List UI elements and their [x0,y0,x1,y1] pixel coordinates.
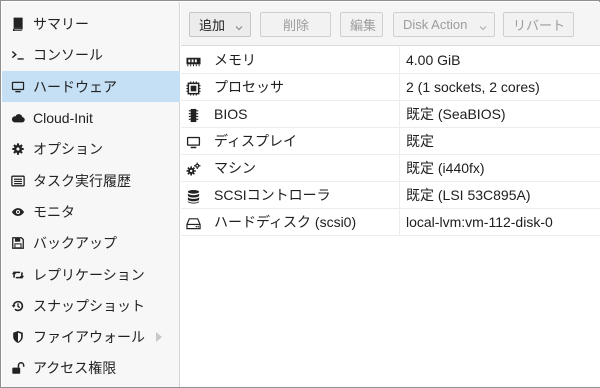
monitor-icon [10,79,26,95]
cloud-icon [10,110,26,126]
add-button[interactable]: 追加 [189,12,251,37]
gear-icon [10,141,26,157]
unlock-icon [10,360,26,376]
database-icon [185,188,201,204]
sidebar-item-task-history[interactable]: タスク実行履歴 [2,165,180,196]
table-row[interactable]: BIOS 既定 (SeaBIOS) [181,101,600,128]
edit-button[interactable]: 編集 [340,12,383,37]
floppy-icon [10,235,26,251]
shield-icon [10,329,26,345]
disk-action-button-label: Disk Action [403,17,468,32]
sidebar-item-label: モニタ [33,203,75,220]
row-value: 既定 (i440fx) [406,160,485,176]
row-name: ハードディスク (scsi0) [214,214,357,230]
table-row[interactable]: SCSIコントローラ 既定 (LSI 53C895A) [181,182,600,209]
table-row[interactable]: メモリ 4.00 GiB [181,47,600,74]
sidebar-item-firewall[interactable]: ファイアウォール [2,321,180,352]
sidebar-item-backup[interactable]: バックアップ [2,227,180,258]
sidebar-item-snapshot[interactable]: スナップショット [2,290,180,321]
remove-button-label: 削除 [283,18,310,33]
sidebar-item-hardware[interactable]: ハードウェア [2,71,180,102]
sidebar-item-console[interactable]: コンソール [2,39,180,70]
sidebar-item-label: ファイアウォール [33,328,145,345]
revert-button-label: リバート [513,18,566,33]
book-icon [10,16,26,32]
sidebar-item-label: オプション [33,140,103,157]
sidebar-item-label: サマリー [33,15,89,32]
row-value: 2 (1 sockets, 2 cores) [406,79,540,95]
hdd-icon [185,215,201,231]
toolbar: 追加 削除 編集 Disk Action リバート [181,2,600,46]
add-button-label: 追加 [199,18,226,33]
row-value: 4.00 GiB [406,52,461,68]
sidebar-item-label: Cloud-Init [33,109,93,126]
disk-action-button[interactable]: Disk Action [393,12,495,37]
microchip-icon [185,107,201,123]
row-name: ディスプレイ [214,133,298,149]
window-frame: サマリー コンソール ハードウェア Cloud-Init オプション タスク実行… [0,0,600,388]
sidebar-item-label: コンソール [33,46,103,63]
memory-icon [185,53,201,69]
row-value: 既定 (SeaBIOS) [406,106,506,122]
row-name: メモリ [214,52,256,68]
chevron-down-icon [235,20,243,31]
terminal-icon [10,47,26,63]
sidebar-item-label: スナップショット [33,297,145,314]
sidebar-item-label: アクセス権限 [33,359,117,376]
table-row[interactable]: ディスプレイ 既定 [181,128,600,155]
sidebar-item-options[interactable]: オプション [2,133,180,164]
table-row[interactable]: プロセッサ 2 (1 sockets, 2 cores) [181,74,600,101]
submenu-arrow-icon[interactable] [156,332,162,342]
sidebar-item-label: バックアップ [33,234,117,251]
history-icon [10,298,26,314]
row-value: 既定 [406,133,434,149]
sidebar-item-label: タスク実行履歴 [33,172,131,189]
sidebar-item-cloud-init[interactable]: Cloud-Init [2,102,180,133]
sidebar-item-permissions[interactable]: アクセス権限 [2,352,180,383]
sidebar: サマリー コンソール ハードウェア Cloud-Init オプション タスク実行… [2,2,180,387]
row-name: SCSIコントローラ [214,187,331,203]
cogs-icon [185,161,201,177]
chevron-down-icon [479,20,487,31]
sidebar-item-label: ハードウェア [33,78,117,95]
sidebar-item-replication[interactable]: レプリケーション [2,259,180,290]
sidebar-item-summary[interactable]: サマリー [2,8,180,39]
sidebar-item-monitor[interactable]: モニタ [2,196,180,227]
row-value: local-lvm:vm-112-disk-0 [406,214,553,230]
retweet-icon [10,267,26,283]
row-name: マシン [214,160,256,176]
desktop-icon [185,134,201,150]
cpu-icon [185,80,201,96]
hardware-panel: 追加 削除 編集 Disk Action リバート メモリ 4.00 GiB プ… [181,2,600,387]
table-row[interactable]: マシン 既定 (i440fx) [181,155,600,182]
eye-icon [10,204,26,220]
remove-button[interactable]: 削除 [260,12,331,37]
table-row[interactable]: ハードディスク (scsi0) local-lvm:vm-112-disk-0 [181,209,600,236]
row-value: 既定 (LSI 53C895A) [406,187,531,203]
row-name: BIOS [214,106,248,122]
edit-button-label: 編集 [350,18,377,33]
revert-button[interactable]: リバート [503,12,574,37]
sidebar-item-label: レプリケーション [33,266,145,283]
list-icon [10,173,26,189]
row-name: プロセッサ [214,79,284,95]
